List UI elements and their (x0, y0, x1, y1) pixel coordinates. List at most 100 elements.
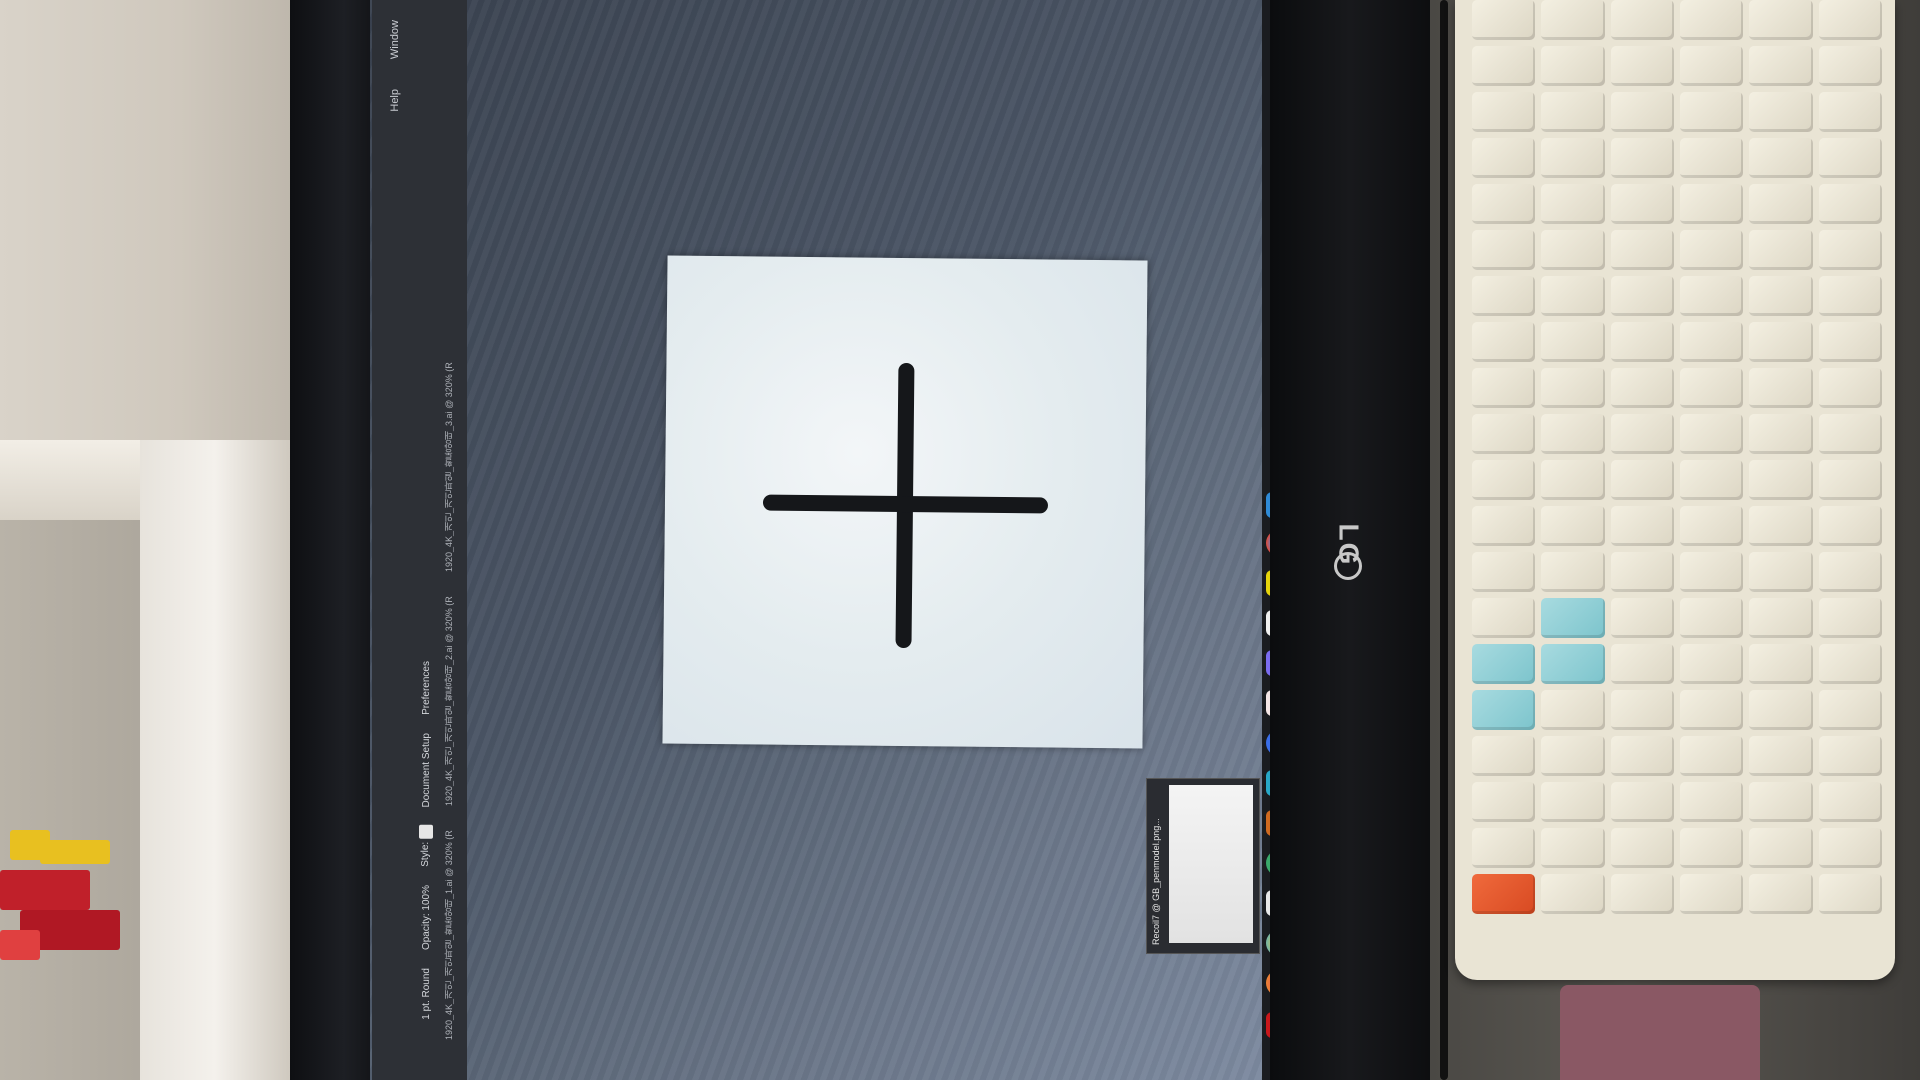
keycap (1749, 828, 1813, 868)
keycap (1472, 460, 1536, 500)
desk-pad (1560, 985, 1760, 1080)
keycap (1679, 506, 1744, 546)
keycap (1541, 46, 1605, 86)
keycap (1541, 506, 1605, 546)
keycap (1749, 414, 1813, 454)
keycap (1472, 46, 1536, 86)
document-setup-button[interactable]: Document Setup (421, 733, 432, 808)
keycap (1610, 46, 1674, 86)
document-tabs: 1920_4K_개인_개인파일_활동양태_1.ai @ 320% (RGB/GP… (442, 0, 464, 1080)
keycap (1472, 874, 1536, 914)
keycap (1818, 92, 1882, 132)
keycap (1679, 644, 1744, 684)
toy-figure (0, 810, 140, 970)
keycap (1541, 736, 1605, 776)
menu-item-window[interactable]: Window (389, 20, 401, 59)
preferences-button[interactable]: Preferences (421, 661, 432, 715)
keycap (1818, 874, 1882, 914)
keycap (1472, 138, 1536, 178)
plus-icon-horizontal (762, 494, 1049, 514)
keycap (1679, 874, 1744, 914)
keycap (1818, 506, 1882, 546)
brand-label: LG (1332, 523, 1364, 567)
menu-item-help[interactable]: Help (389, 89, 401, 112)
keycap (1749, 690, 1813, 730)
keycap (1679, 460, 1744, 500)
keycap (1541, 828, 1605, 868)
keycap (1749, 184, 1813, 224)
keycap (1610, 276, 1674, 316)
keycap (1818, 184, 1882, 224)
keycap (1610, 460, 1674, 500)
keycap (1610, 414, 1674, 454)
monitor-bezel (290, 0, 380, 1080)
keycap (1818, 460, 1882, 500)
keycap (1472, 552, 1536, 592)
document-tab[interactable]: 1920_4K_개인_개인파일_활동양태_2.ai @ 320% (RGB/GP… (442, 596, 464, 806)
keycap (1749, 322, 1813, 362)
keycap (1472, 276, 1536, 316)
keycap (1610, 598, 1674, 638)
keycap (1818, 644, 1882, 684)
document-tab[interactable]: 1920_4K_개인_개인파일_활동양태_1.ai @ 320% (RGB/GP… (442, 830, 464, 1040)
keycap (1679, 736, 1744, 776)
keycap (1541, 552, 1605, 592)
taskbar-preview[interactable]: Recoil7 @ GB_penmodel.png... (1146, 778, 1260, 954)
keycap (1610, 736, 1674, 776)
preview-title: Recoil7 @ GB_penmodel.png... (1151, 818, 1161, 945)
keycap (1679, 368, 1744, 408)
keycap (1610, 138, 1674, 178)
keycap (1679, 690, 1744, 730)
keyboard-keys (1472, 0, 1882, 960)
keycap (1818, 0, 1882, 40)
keycap (1679, 230, 1744, 270)
keycap (1472, 184, 1536, 224)
keycap (1749, 276, 1813, 316)
keycap (1610, 690, 1674, 730)
keycap (1610, 874, 1674, 914)
keycap (1679, 322, 1744, 362)
keycap (1610, 322, 1674, 362)
keycap (1679, 46, 1744, 86)
document-tab[interactable]: 1920_4K_개인_개인파일_활동양태_3.ai @ 320% (RGB/GP… (442, 362, 464, 572)
keycap (1472, 322, 1536, 362)
keycap (1818, 46, 1882, 86)
keycap (1679, 782, 1744, 822)
keycap (1749, 368, 1813, 408)
keycap (1679, 138, 1744, 178)
keycap (1749, 460, 1813, 500)
keycap (1749, 46, 1813, 86)
keycap (1541, 276, 1605, 316)
keycap (1541, 0, 1605, 40)
style-option[interactable]: Style: (419, 825, 433, 867)
artboard[interactable] (662, 255, 1148, 749)
keycap (1610, 644, 1674, 684)
keycap (1541, 460, 1605, 500)
keycap (1679, 828, 1744, 868)
keycap (1818, 828, 1882, 868)
keycap (1818, 138, 1882, 178)
keycap (1472, 414, 1536, 454)
keycap (1472, 644, 1536, 684)
keycap (1818, 414, 1882, 454)
keycap (1472, 230, 1536, 270)
keycap (1749, 230, 1813, 270)
keycap (1541, 598, 1605, 638)
keycap (1610, 828, 1674, 868)
lg-logo: LG (1318, 490, 1378, 600)
keycap (1541, 644, 1605, 684)
keycap (1749, 0, 1813, 40)
keycap (1749, 736, 1813, 776)
keycap (1472, 736, 1536, 776)
keycap (1679, 598, 1744, 638)
keycap (1541, 322, 1605, 362)
keycap (1610, 782, 1674, 822)
opacity-option[interactable]: Opacity: 100% (421, 885, 432, 950)
keycap (1472, 0, 1536, 40)
keycap (1541, 690, 1605, 730)
stroke-style-option[interactable]: 1 pt. Round (421, 968, 432, 1020)
keycap (1818, 276, 1882, 316)
keycap (1818, 552, 1882, 592)
keycap (1818, 322, 1882, 362)
cable (1440, 0, 1448, 1080)
